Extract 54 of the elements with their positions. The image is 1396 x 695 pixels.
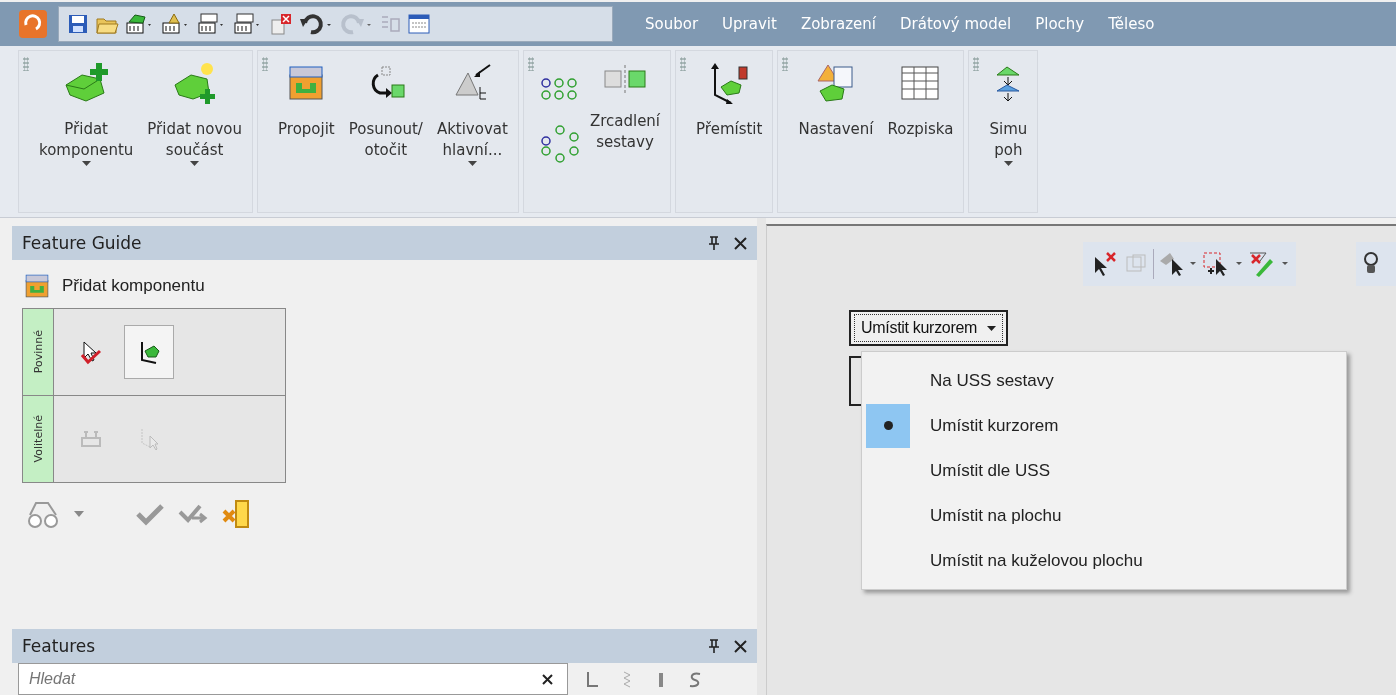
grip-handle[interactable] (782, 57, 789, 71)
grip-handle[interactable] (527, 57, 534, 71)
pin-icon[interactable] (708, 639, 720, 653)
dropdown-caret-icon (467, 161, 477, 166)
panel-title: Features (22, 636, 96, 656)
ribbon-button[interactable]: Nastavení (794, 55, 878, 205)
dot-grid-pattern-icon[interactable] (539, 77, 580, 103)
step-title: Přidat komponentu (62, 276, 205, 296)
ribbon-button[interactable]: Rozpiska (883, 55, 958, 205)
grip-handle[interactable] (262, 57, 268, 71)
close-icon[interactable] (734, 639, 747, 653)
menu-option[interactable]: Na USS sestavy (862, 358, 1346, 403)
step-button[interactable] (124, 325, 174, 379)
dropdown-caret-icon (81, 161, 91, 166)
circular-pattern-icon[interactable] (539, 125, 580, 163)
undo-icon[interactable] (299, 13, 333, 35)
placement-dropdown[interactable]: Umístit kurzorem (849, 310, 1009, 346)
box-select-icon[interactable] (1202, 251, 1244, 277)
clear-icon[interactable] (542, 673, 553, 685)
filter-pencil-icon[interactable] (1248, 251, 1290, 277)
menu-option[interactable]: Umístit na plochu (862, 493, 1346, 538)
dropdown-caret-icon[interactable] (74, 511, 84, 517)
ribbon-button[interactable]: Propojit (274, 55, 339, 205)
window-list-icon[interactable] (407, 13, 431, 35)
radio-dot-icon (883, 421, 893, 430)
save-icon[interactable] (67, 13, 89, 35)
ribbon-button[interactable]: Přidat komponentu (35, 55, 138, 205)
menu-option[interactable]: Umístit dle USS (862, 448, 1346, 493)
pin-icon[interactable] (708, 236, 720, 250)
ribbon-button[interactable]: Zrcadlení sestavy (585, 55, 665, 205)
close-icon[interactable] (734, 236, 747, 250)
dropdown-caret-icon (1003, 161, 1013, 166)
delete-sheets-icon[interactable] (269, 13, 293, 35)
cursor-check-icon (78, 339, 104, 365)
checkmark-icon[interactable] (136, 502, 164, 526)
grip-handle[interactable] (23, 57, 29, 71)
ribbon-button[interactable]: Přemístit (692, 55, 767, 205)
light-bulb-icon[interactable] (1362, 250, 1380, 276)
grip-handle[interactable] (680, 57, 687, 71)
dropdown-caret-icon (190, 161, 200, 166)
exit-door-icon[interactable] (222, 497, 252, 531)
grip-handle[interactable] (973, 57, 980, 71)
dropdown-caret-icon (987, 325, 997, 331)
app-logo-icon[interactable] (18, 9, 48, 39)
ribbon-button[interactable]: Posunout/ otočit (344, 55, 427, 205)
menu-option[interactable]: Umístit na kuželovou plochu (862, 538, 1346, 583)
menu-option[interactable]: Umístit kurzorem (862, 403, 1346, 448)
ribbon-button[interactable]: Simu poh (985, 55, 1032, 205)
ribbon-button[interactable]: Přidat novou součást (143, 55, 246, 205)
layered-block-icon (22, 271, 52, 301)
ribbon-button[interactable]: Aktivovat hlavní... (432, 55, 512, 205)
viewport[interactable]: Umístit kurzorem Na USS sestavy Umístit kurzorem Umístit dle USS Umístit na plochu Umístit na kuželovou plochu (766, 224, 1396, 695)
cursor-filter-icon[interactable] (1158, 251, 1198, 277)
panel-title: Feature Guide (22, 233, 142, 253)
